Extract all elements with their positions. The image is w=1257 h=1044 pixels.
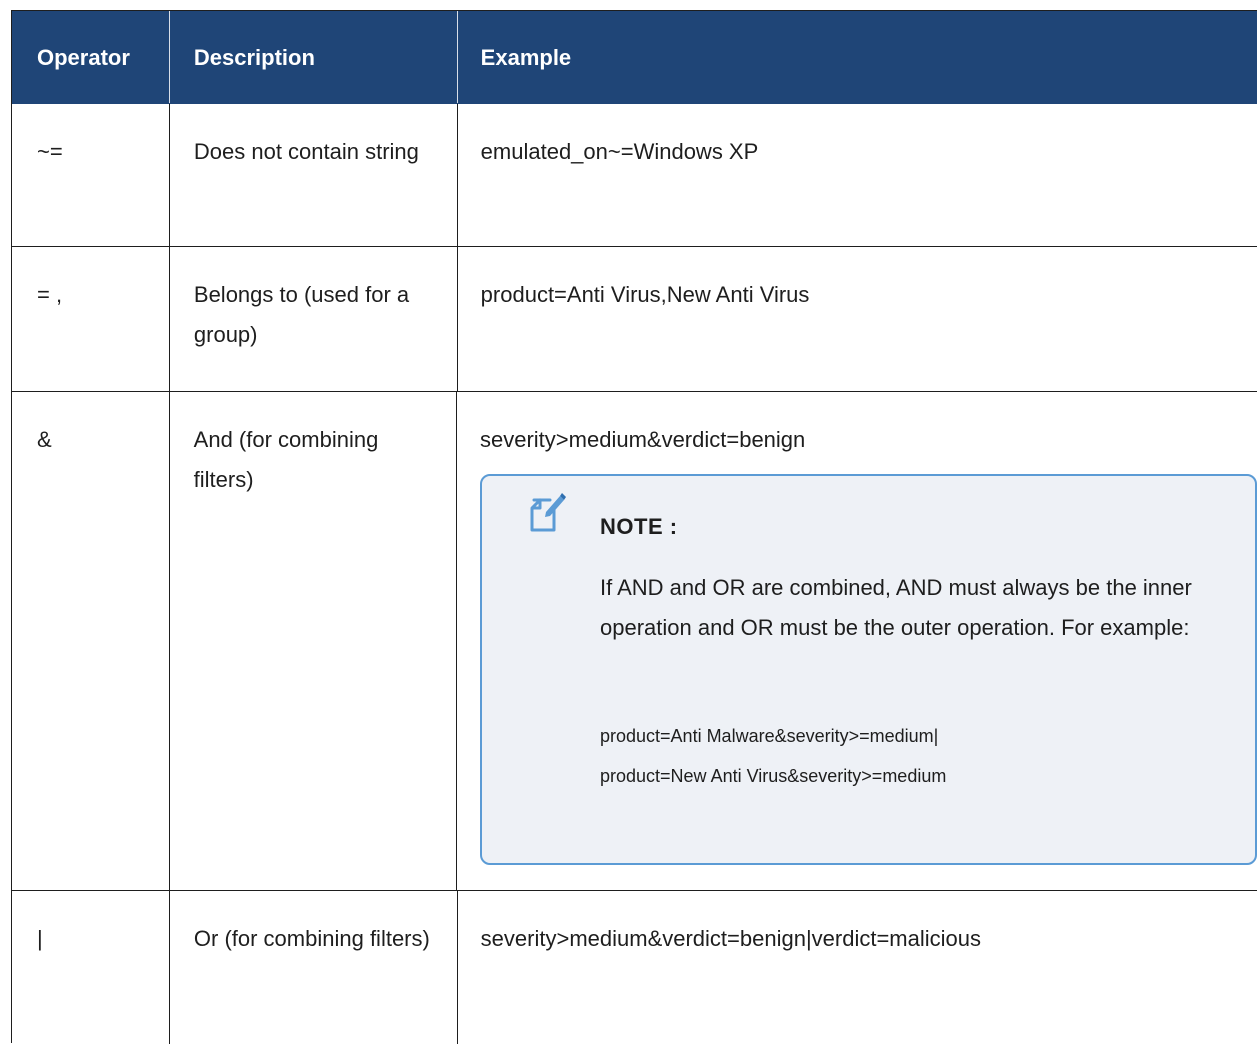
note-pencil-icon xyxy=(526,490,566,534)
operator-cell: & xyxy=(12,392,170,890)
example-cell: severity>medium&verdict=benign NOTE : If… xyxy=(457,392,1257,890)
example-text: severity>medium&verdict=benign xyxy=(480,427,806,452)
example-cell: product=Anti Virus,New Anti Virus xyxy=(480,282,810,307)
note-box: NOTE : If AND and OR are combined, AND m… xyxy=(480,474,1257,865)
description-cell: Does not contain string xyxy=(170,104,458,246)
operator-cell: ~= xyxy=(12,104,170,246)
header-operator: Operator xyxy=(12,11,170,103)
header-description: Description xyxy=(170,11,458,103)
operator-cell: | xyxy=(12,891,170,1044)
operator-cell: = , xyxy=(12,247,170,391)
table-row: & And (for combining filters) severity>m… xyxy=(12,392,1257,891)
note-body: If AND and OR are combined, AND must alw… xyxy=(600,575,1192,640)
header-example: Example xyxy=(480,45,572,70)
note-title: NOTE : xyxy=(600,514,678,539)
example-cell: emulated_on~=Windows XP xyxy=(480,139,759,164)
note-code-line: product=Anti Malware&severity>=medium| xyxy=(600,726,939,746)
table-row: = , Belongs to (used for a group) produc… xyxy=(12,247,1257,392)
table-header-row: Operator Description Example xyxy=(12,11,1257,104)
example-cell: severity>medium&verdict=benign|verdict=m… xyxy=(480,926,981,951)
table-row: | Or (for combining filters) severity>me… xyxy=(12,891,1257,1044)
description-cell: Or (for combining filters) xyxy=(170,891,458,1044)
note-code-example: product=Anti Malware&severity>=medium| p… xyxy=(600,716,946,796)
description-cell: And (for combining filters) xyxy=(170,392,457,890)
operators-table: Operator Description Example ~= Does not… xyxy=(11,10,1257,1044)
description-cell: Belongs to (used for a group) xyxy=(170,247,458,391)
table-row: ~= Does not contain string emulated_on~=… xyxy=(12,104,1257,247)
note-code-line: product=New Anti Virus&severity>=medium xyxy=(600,766,947,786)
